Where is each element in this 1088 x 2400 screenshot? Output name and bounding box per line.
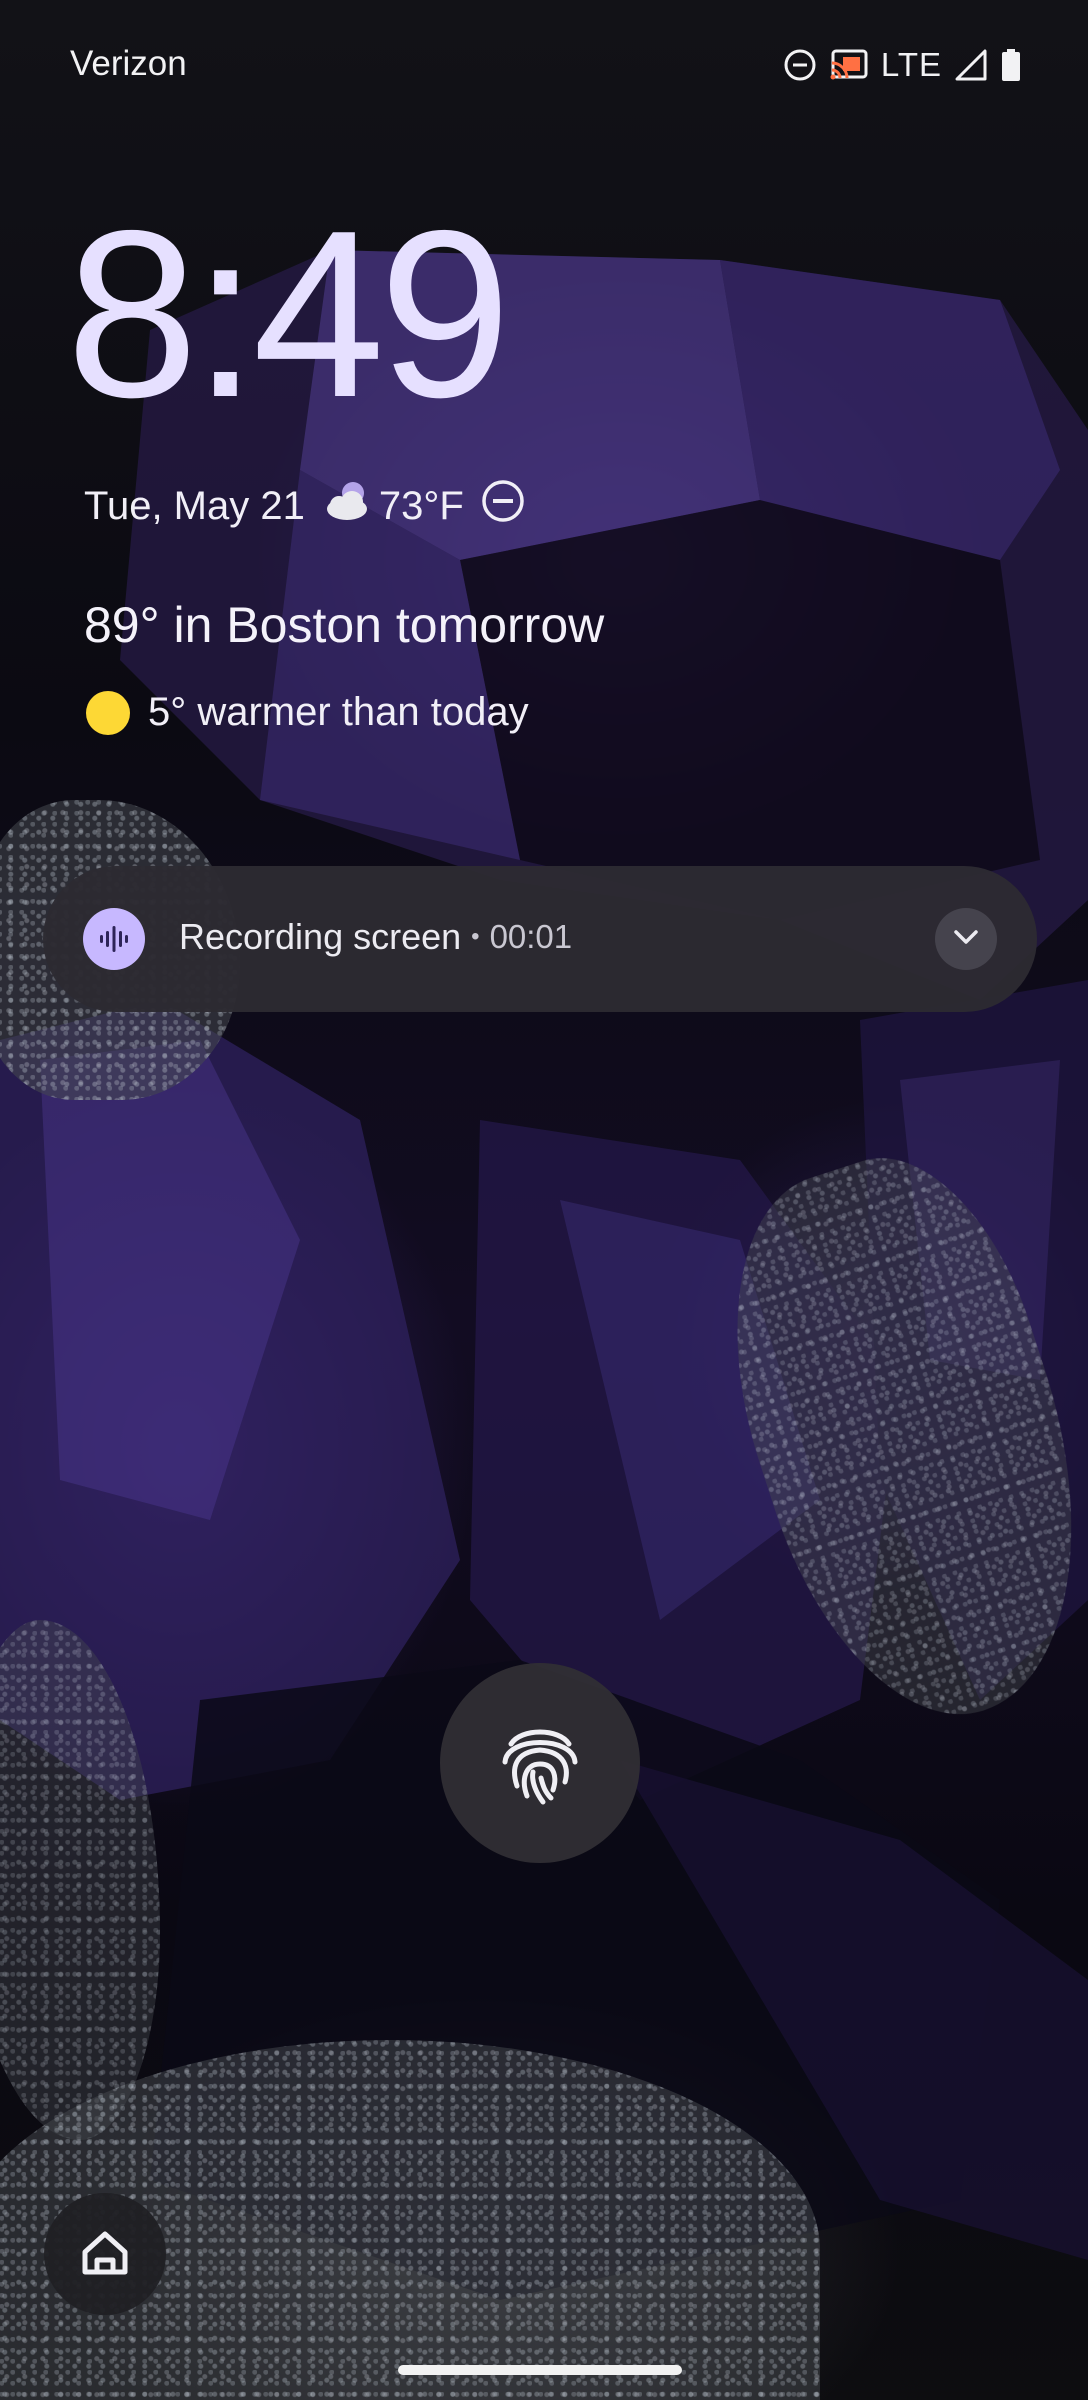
status-bar: Verizon LTE [0, 0, 1088, 130]
lockscreen-clock: 8:49 [66, 182, 511, 447]
current-weather[interactable]: 73°F [321, 479, 464, 533]
partly-cloudy-night-icon [321, 479, 373, 533]
notification-separator: • [471, 923, 480, 950]
network-type: LTE [880, 46, 942, 83]
gesture-navigation-bar[interactable] [398, 2365, 682, 2375]
home-shortcut-button[interactable] [44, 2193, 166, 2315]
sound-wave-icon [83, 908, 145, 970]
status-icons: LTE [783, 46, 1022, 84]
screen-recording-notification[interactable]: Recording screen • 00:01 [43, 866, 1037, 1012]
date-weather-row[interactable]: Tue, May 21 73°F [84, 478, 526, 534]
notification-title: Recording screen [179, 916, 462, 957]
signal-icon [954, 48, 988, 82]
carrier-name: Verizon [70, 44, 187, 83]
fingerprint-unlock-button[interactable] [440, 1663, 640, 1863]
current-temperature: 73°F [378, 483, 464, 528]
home-icon [77, 2224, 133, 2285]
notification-content: Recording screen • 00:01 [179, 916, 572, 958]
do-not-disturb-icon[interactable] [480, 478, 526, 534]
forecast-headline[interactable]: 89° in Boston tomorrow [84, 596, 604, 654]
forecast-detail-row[interactable]: 5° warmer than today [86, 690, 529, 735]
chevron-down-icon [949, 920, 983, 959]
sun-icon [86, 690, 130, 735]
recording-timer: 00:01 [489, 918, 573, 955]
fingerprint-icon [485, 1706, 595, 1821]
date-text: Tue, May 21 [84, 483, 305, 528]
expand-notification-button[interactable] [935, 908, 997, 970]
do-not-disturb-icon [783, 48, 817, 82]
forecast-detail: 5° warmer than today [148, 690, 529, 734]
cast-icon [829, 48, 869, 82]
battery-icon [1000, 48, 1022, 82]
